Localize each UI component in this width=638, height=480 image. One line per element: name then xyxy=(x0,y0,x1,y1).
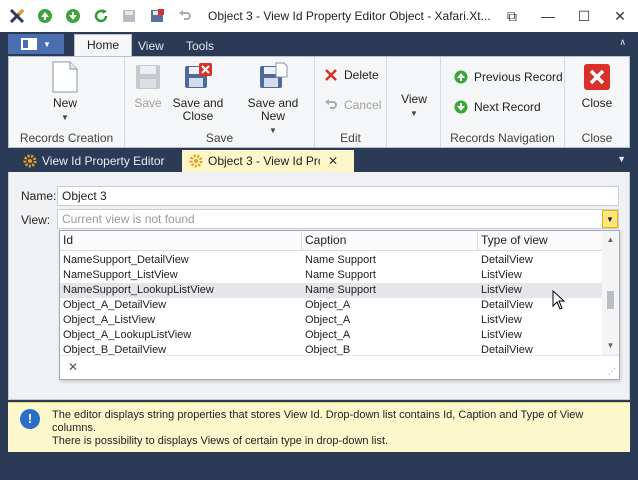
title-bar: Object 3 - View Id Property Editor Objec… xyxy=(0,0,638,32)
group-label: Edit xyxy=(340,131,361,145)
ribbon-tab-strip: ▼ Home View Tools ∧ xyxy=(0,32,638,56)
info-icon: ! xyxy=(20,409,40,429)
view-label: View: xyxy=(21,213,51,227)
group-label: Records Navigation xyxy=(450,131,555,145)
group-records-navigation: Previous Record Next Record Records Navi… xyxy=(441,57,565,147)
save-new-icon xyxy=(257,61,289,93)
next-record-button[interactable]: Next Record xyxy=(453,99,541,115)
close-icon xyxy=(581,61,613,93)
minimize-icon[interactable]: — xyxy=(530,0,566,32)
chevron-down-icon: ▼ xyxy=(606,214,614,224)
delete-button[interactable]: Delete xyxy=(323,67,379,83)
group-label: Save xyxy=(205,131,234,145)
view-dropdown-button[interactable]: ▼ xyxy=(602,210,618,228)
tab-object-3[interactable]: Object 3 - View Id Prope ✕ xyxy=(182,150,354,172)
save-and-new-button[interactable]: Save and New ▼ xyxy=(235,61,311,137)
chevron-down-icon: ▼ xyxy=(61,113,69,122)
arrow-down-icon xyxy=(453,99,469,115)
save-icon xyxy=(132,61,164,93)
quick-access-toolbar xyxy=(0,5,196,27)
window-controls: ⧉ — ☐ ✕ xyxy=(494,0,638,32)
tab-view-id-property-editor[interactable]: View Id Property Editor xyxy=(16,150,171,172)
table-row[interactable]: NameSupport_ListView Name Support ListVi… xyxy=(60,268,603,283)
resize-grip-icon[interactable]: ⋰ xyxy=(608,367,616,376)
arrow-up-icon xyxy=(453,69,469,85)
view-dropdown-popup: Id Caption Type of view NameSupport_Deta… xyxy=(59,230,620,380)
scroll-up-icon[interactable]: ▲ xyxy=(602,233,619,247)
view-dropdown-button[interactable]: View ▼ xyxy=(393,93,435,120)
info-panel: ! The editor displays string properties … xyxy=(8,402,630,452)
group-records-creation: New ▼ Records Creation xyxy=(9,57,125,147)
group-edit: Delete Cancel Edit xyxy=(315,57,387,147)
table-row[interactable]: Object_A_LookupListView Object_A ListVie… xyxy=(60,328,603,343)
window-title: Object 3 - View Id Property Editor Objec… xyxy=(208,9,491,23)
undo-icon xyxy=(174,5,196,27)
close-button[interactable]: Close xyxy=(577,61,617,110)
save-icon xyxy=(118,5,140,27)
grid-header: Id Caption Type of view xyxy=(60,231,603,251)
column-header-type[interactable]: Type of view xyxy=(478,231,603,251)
table-row[interactable]: Object_A_ListView Object_A ListView xyxy=(60,313,603,328)
ribbon: New ▼ Records Creation Save Save and Clo… xyxy=(8,56,630,148)
vertical-scrollbar[interactable]: ▲ ▼ xyxy=(602,231,619,355)
group-label: Records Creation xyxy=(19,131,114,145)
tab-home[interactable]: Home xyxy=(74,34,133,56)
grid-rows: NameSupport_DetailView Name Support Deta… xyxy=(60,253,603,358)
detail-view: Name: Object 3 View: Current view is not… xyxy=(8,172,630,400)
group-close: Close Close xyxy=(565,57,629,147)
forward-icon[interactable] xyxy=(62,5,84,27)
cancel-button: Cancel xyxy=(323,97,381,113)
close-tab-icon[interactable]: ✕ xyxy=(328,154,338,168)
close-icon[interactable]: ✕ xyxy=(602,0,638,32)
name-label: Name: xyxy=(21,189,57,203)
maximize-icon[interactable]: ☐ xyxy=(566,0,602,32)
table-row[interactable]: Object_A_DetailView Object_A DetailView xyxy=(60,298,603,313)
ribbon-collapse-icon[interactable]: ∧ xyxy=(619,37,626,48)
save-close-icon[interactable] xyxy=(146,5,168,27)
group-save: Save Save and Close Save and New ▼ Save xyxy=(125,57,315,147)
column-header-id[interactable]: Id xyxy=(60,231,302,251)
name-field[interactable]: Object 3 xyxy=(57,186,619,206)
table-row-selected[interactable]: NameSupport_LookupListView Name Support … xyxy=(60,283,603,298)
info-text: The editor displays string properties th… xyxy=(52,409,584,447)
tab-view[interactable]: View xyxy=(126,36,176,56)
pin-icon[interactable]: ⧉ xyxy=(494,0,530,32)
gear-icon xyxy=(22,153,38,169)
chevron-down-icon: ▼ xyxy=(410,109,418,118)
clear-icon[interactable]: ✕ xyxy=(68,360,78,374)
document-tab-strip: View Id Property Editor Object 3 - View … xyxy=(8,150,630,172)
tab-tools[interactable]: Tools xyxy=(174,36,226,56)
save-button: Save xyxy=(131,61,165,110)
table-row[interactable]: NameSupport_DetailView Name Support Deta… xyxy=(60,253,603,268)
new-button[interactable]: New ▼ xyxy=(45,61,85,124)
column-header-caption[interactable]: Caption xyxy=(302,231,478,251)
mouse-cursor-icon xyxy=(552,289,566,313)
previous-record-button[interactable]: Previous Record xyxy=(453,69,563,85)
refresh-icon[interactable] xyxy=(90,5,112,27)
save-close-icon xyxy=(182,61,214,93)
delete-icon xyxy=(323,67,339,83)
app-icon[interactable] xyxy=(6,5,28,27)
popup-footer: ✕ ⋰ xyxy=(60,355,619,379)
application-menu-button[interactable]: ▼ xyxy=(8,34,64,54)
back-icon[interactable] xyxy=(34,5,56,27)
save-and-close-button[interactable]: Save and Close xyxy=(169,61,227,123)
group-view: View ▼ xyxy=(387,57,441,147)
group-label: Close xyxy=(581,131,613,145)
chevron-down-icon: ▼ xyxy=(43,39,51,49)
view-lookup-input[interactable]: Current view is not found xyxy=(57,209,619,229)
scroll-thumb[interactable] xyxy=(607,291,614,309)
object-icon xyxy=(188,153,204,169)
tab-menu-icon[interactable]: ▼ xyxy=(617,154,626,164)
scroll-down-icon[interactable]: ▼ xyxy=(602,339,619,353)
new-document-icon xyxy=(49,61,81,93)
undo-icon xyxy=(323,97,339,113)
